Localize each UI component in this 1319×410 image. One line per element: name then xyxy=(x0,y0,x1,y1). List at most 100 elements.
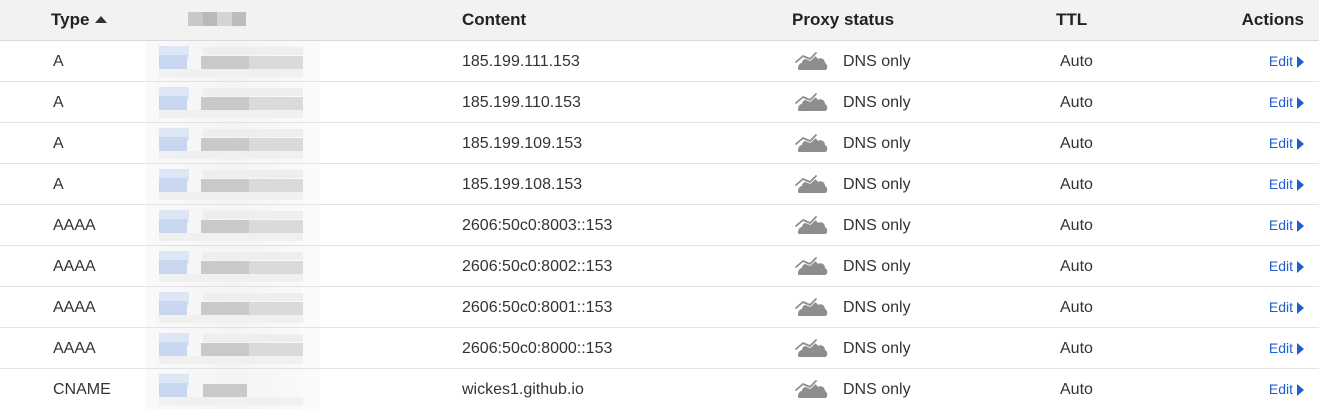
redacted-record-name xyxy=(145,82,320,122)
proxy-status: DNS only xyxy=(794,369,911,409)
record-ttl: Auto xyxy=(1060,299,1093,316)
table-row: A 185.199.111.153 DNS only Auto Edit xyxy=(0,41,1319,82)
edit-label: Edit xyxy=(1268,53,1293,69)
caret-right-icon xyxy=(1297,55,1304,68)
redacted-record-name xyxy=(145,287,320,327)
edit-record-button[interactable]: Edit xyxy=(1269,328,1304,369)
redacted-record-name xyxy=(145,246,320,286)
record-content: 185.199.111.153 xyxy=(462,53,580,70)
record-actions: Edit xyxy=(1269,369,1304,409)
caret-right-icon xyxy=(1297,219,1304,232)
content-column-header: Content xyxy=(462,10,527,29)
proxy-status-label: DNS only xyxy=(843,175,911,193)
record-ttl: Auto xyxy=(1060,217,1093,234)
cloud-dns-only-icon xyxy=(794,174,828,193)
record-actions: Edit xyxy=(1269,287,1304,327)
caret-right-icon xyxy=(1297,342,1304,355)
cloud-dns-only-icon xyxy=(794,338,828,357)
type-column-header[interactable]: Type xyxy=(51,0,108,40)
edit-record-button[interactable]: Edit xyxy=(1269,246,1304,287)
edit-label: Edit xyxy=(1268,176,1293,192)
record-content: 185.199.109.153 xyxy=(462,135,583,152)
record-actions: Edit xyxy=(1269,123,1304,163)
ttl-column-header: TTL xyxy=(1056,10,1088,29)
proxy-status-label: DNS only xyxy=(843,257,911,275)
proxy-status: DNS only xyxy=(794,246,911,286)
edit-record-button[interactable]: Edit xyxy=(1269,205,1304,246)
caret-right-icon xyxy=(1297,178,1304,191)
table-row: AAAA 2606:50c0:8000::153 DNS only Auto E… xyxy=(0,328,1319,369)
record-actions: Edit xyxy=(1269,246,1304,286)
cloud-dns-only-icon xyxy=(794,256,828,275)
cloud-dns-only-icon xyxy=(794,297,828,316)
proxy-status: DNS only xyxy=(794,164,911,204)
cloud-dns-only-icon xyxy=(794,379,828,398)
proxy-status-label: DNS only xyxy=(843,52,911,70)
edit-label: Edit xyxy=(1268,135,1293,151)
edit-label: Edit xyxy=(1268,258,1293,274)
proxy-status-label: DNS only xyxy=(843,216,911,234)
table-row: CNAME wickes1.github.io DNS only Auto Ed… xyxy=(0,369,1319,409)
record-ttl: Auto xyxy=(1060,53,1093,70)
proxy-status: DNS only xyxy=(794,123,911,163)
proxy-status: DNS only xyxy=(794,41,911,81)
proxy-status-label: DNS only xyxy=(843,380,911,398)
redacted-record-name xyxy=(145,123,320,163)
record-type: AAAA xyxy=(53,299,96,316)
redacted-record-name xyxy=(145,164,320,204)
record-actions: Edit xyxy=(1269,82,1304,122)
proxy-status: DNS only xyxy=(794,287,911,327)
edit-record-button[interactable]: Edit xyxy=(1269,41,1304,82)
record-actions: Edit xyxy=(1269,328,1304,368)
cloud-dns-only-icon xyxy=(794,215,828,234)
record-ttl: Auto xyxy=(1060,135,1093,152)
edit-label: Edit xyxy=(1268,299,1293,315)
table-header: Type Content Proxy status TTL Actions xyxy=(0,0,1319,41)
record-ttl: Auto xyxy=(1060,381,1093,398)
redacted-record-name xyxy=(145,328,320,368)
dns-records-table: Type Content Proxy status TTL Actions A … xyxy=(0,0,1319,409)
proxy-status-label: DNS only xyxy=(843,339,911,357)
record-content: 2606:50c0:8002::153 xyxy=(462,258,613,275)
record-type: A xyxy=(53,53,64,70)
record-ttl: Auto xyxy=(1060,258,1093,275)
record-type: A xyxy=(53,94,64,111)
record-content: wickes1.github.io xyxy=(462,381,584,398)
edit-record-button[interactable]: Edit xyxy=(1269,369,1304,410)
proxy-status: DNS only xyxy=(794,205,911,245)
table-row: AAAA 2606:50c0:8003::153 DNS only Auto E… xyxy=(0,205,1319,246)
record-type: AAAA xyxy=(53,258,96,275)
proxy-status-column-header: Proxy status xyxy=(792,10,895,29)
record-type: CNAME xyxy=(53,381,111,398)
record-ttl: Auto xyxy=(1060,340,1093,357)
proxy-status: DNS only xyxy=(794,328,911,368)
proxy-status: DNS only xyxy=(794,82,911,122)
record-content: 185.199.108.153 xyxy=(462,176,583,193)
edit-record-button[interactable]: Edit xyxy=(1269,164,1304,205)
record-type: A xyxy=(53,176,64,193)
caret-right-icon xyxy=(1297,260,1304,273)
caret-right-icon xyxy=(1297,383,1304,396)
sort-ascending-icon xyxy=(95,16,108,23)
caret-right-icon xyxy=(1297,96,1304,109)
record-ttl: Auto xyxy=(1060,94,1093,111)
actions-column-header: Actions xyxy=(1241,10,1304,29)
record-actions: Edit xyxy=(1269,41,1304,81)
cloud-dns-only-icon xyxy=(794,51,828,70)
edit-record-button[interactable]: Edit xyxy=(1269,123,1304,164)
edit-record-button[interactable]: Edit xyxy=(1269,82,1304,123)
caret-right-icon xyxy=(1297,137,1304,150)
proxy-status-label: DNS only xyxy=(843,298,911,316)
table-body: A 185.199.111.153 DNS only Auto Edit A 1… xyxy=(0,41,1319,409)
redacted-name-header xyxy=(188,12,246,26)
edit-label: Edit xyxy=(1268,340,1293,356)
record-actions: Edit xyxy=(1269,164,1304,204)
proxy-status-label: DNS only xyxy=(843,134,911,152)
record-type: AAAA xyxy=(53,217,96,234)
record-content: 2606:50c0:8000::153 xyxy=(462,340,613,357)
table-row: AAAA 2606:50c0:8002::153 DNS only Auto E… xyxy=(0,246,1319,287)
cloud-dns-only-icon xyxy=(794,92,828,111)
table-row: A 185.199.109.153 DNS only Auto Edit xyxy=(0,123,1319,164)
edit-record-button[interactable]: Edit xyxy=(1269,287,1304,328)
record-content: 2606:50c0:8001::153 xyxy=(462,299,613,316)
